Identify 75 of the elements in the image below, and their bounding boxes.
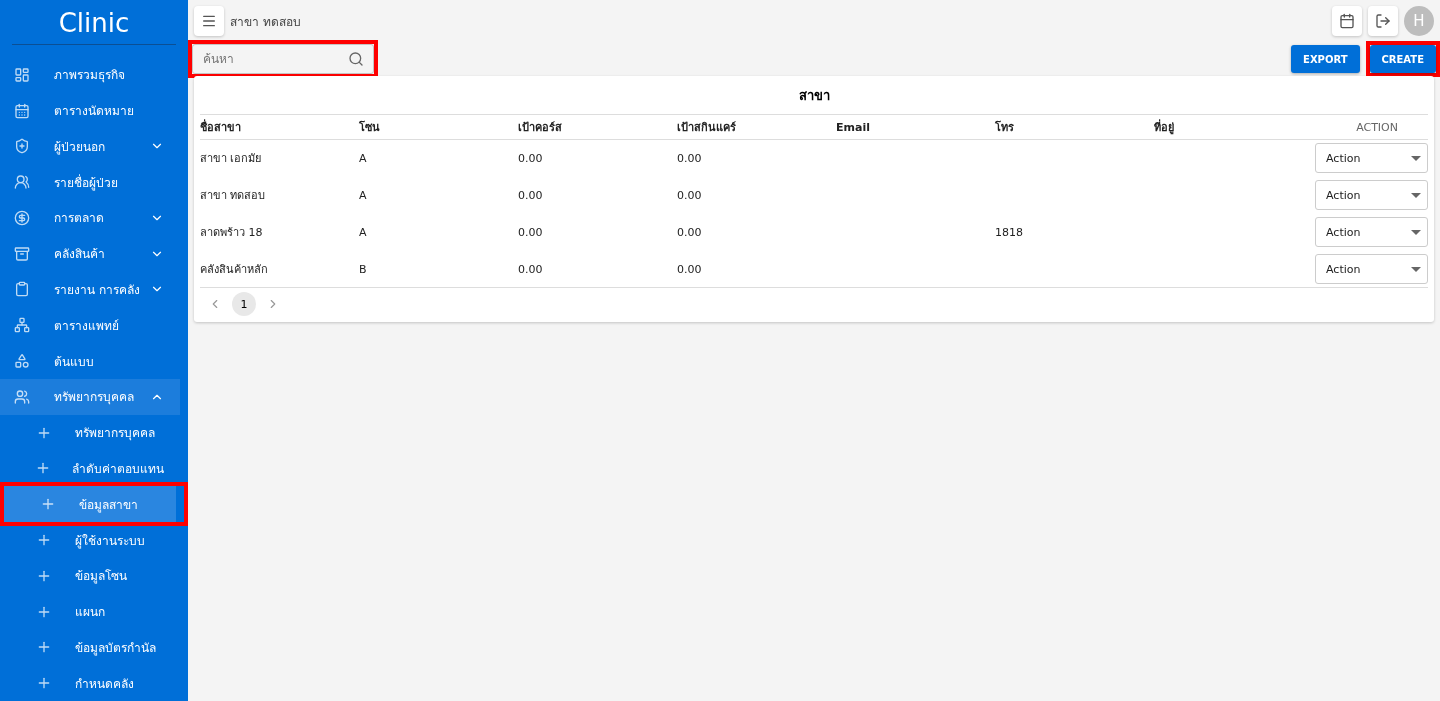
sidebar-item[interactable]: กำหนดคลัง	[0, 665, 180, 701]
calendar-button[interactable]	[1332, 6, 1362, 36]
calendar-icon	[1339, 13, 1355, 29]
sidebar-item[interactable]: ผู้ใช้งานระบบ	[0, 522, 180, 558]
archive-icon	[14, 245, 30, 262]
dollar-icon	[14, 209, 30, 226]
column-header: เป้าคอร์ส	[518, 120, 563, 136]
sidebar-item[interactable]: รายชื่อผู้ป่วย	[0, 164, 180, 201]
table-cell-text: 0.00	[518, 262, 544, 276]
sidebar-item[interactable]: ทรัพยากรบุคคล	[0, 378, 180, 415]
table-cell-text: B	[359, 262, 368, 276]
app-logo: Clinic	[12, 0, 176, 45]
action-dropdown[interactable]: Action	[1315, 254, 1428, 284]
menu-icon	[201, 13, 217, 29]
sidebar-item[interactable]: คลังสินค้า	[0, 235, 180, 272]
action-dropdown[interactable]: Action	[1315, 180, 1428, 210]
column-header: โซน	[359, 119, 381, 136]
table-cell-text: 0.00	[677, 225, 703, 239]
table-cell-text: สาขา ทดสอบ	[200, 188, 267, 204]
caret-icon	[1411, 192, 1421, 198]
action-button[interactable]: CREATE	[1369, 45, 1436, 73]
sidebar-item[interactable]: ตารางแพทย์	[0, 307, 180, 344]
caret-icon	[1411, 155, 1421, 161]
sidebar-item[interactable]: ตารางนัดหมาย	[0, 92, 180, 129]
sidebar-item[interactable]: ข้อมูลบัตรกำนัล	[0, 629, 180, 666]
table-cell-text: 0.00	[518, 151, 544, 165]
action-dropdown[interactable]: Action	[1315, 217, 1428, 247]
search-icon	[348, 51, 364, 67]
people-icon	[14, 174, 30, 191]
table-cell-text: A	[359, 151, 368, 165]
action-dropdown[interactable]: Action	[1315, 143, 1428, 173]
sidebar-item[interactable]: ผู้ป่วยนอก	[0, 128, 180, 165]
caret-icon	[1411, 229, 1421, 235]
sidebar-item[interactable]: ต้นแบบ	[0, 343, 180, 379]
table-cell-text: 0.00	[677, 262, 703, 276]
calendar-icon	[14, 102, 30, 119]
sidebar-item[interactable]: ภาพรวมธุรกิจ	[0, 57, 180, 93]
shield-icon	[14, 138, 30, 155]
people-icon	[14, 388, 30, 405]
column-header: ที่อยู่	[1154, 118, 1175, 136]
table-cell-text: 1818	[995, 225, 1024, 239]
table-cell-text: 0.00	[518, 188, 544, 202]
dashboard-icon	[14, 66, 30, 83]
sidebar-item[interactable]: ข้อมูลสาขา	[4, 486, 176, 523]
table-cell-text: สาขา เอกมัย	[200, 151, 263, 167]
sidebar-item[interactable]: รายงาน การคลัง	[0, 271, 180, 308]
table-cell-text: ลาดพร้าว 18	[200, 225, 264, 241]
column-header: ACTION	[1355, 120, 1399, 134]
table-cell-text: A	[359, 188, 368, 202]
menu-button[interactable]	[194, 6, 224, 36]
search-field[interactable]: ค้นหา	[192, 44, 374, 74]
table-cell-text: A	[359, 225, 368, 239]
logout-button[interactable]	[1368, 6, 1398, 36]
action-button[interactable]: EXPORT	[1291, 45, 1360, 73]
logout-icon	[1375, 13, 1391, 29]
column-header: Email	[836, 120, 871, 134]
breadcrumb: สาขา ทดสอบ	[230, 13, 302, 31]
sidebar-item[interactable]: การตลาด	[0, 200, 180, 236]
sidebar-item[interactable]: ลำดับค่าตอบแทน	[0, 450, 180, 487]
sidebar-item[interactable]: ข้อมูลโซน	[0, 557, 180, 594]
table-title: สาขา	[200, 76, 1428, 115]
page-button[interactable]: 1	[232, 292, 256, 316]
shapes-icon	[14, 353, 30, 369]
table-cell-text: 0.00	[677, 188, 703, 202]
sidebar-item[interactable]: ทรัพยากรบุคคล	[0, 414, 180, 451]
caret-icon	[1411, 266, 1421, 272]
table-cell-text: 0.00	[518, 225, 544, 239]
sidebar-item[interactable]: แผนก	[0, 593, 180, 630]
table-cell-text: 0.00	[677, 151, 703, 165]
network-icon	[14, 317, 30, 334]
clipboard-icon	[14, 281, 30, 298]
table-cell-text: คลังสินค้าหลัก	[200, 262, 269, 278]
column-header: โทร	[995, 119, 1015, 136]
column-header: ชื่อสาขา	[200, 118, 242, 136]
column-header: เป้าสกินแคร์	[677, 120, 737, 136]
